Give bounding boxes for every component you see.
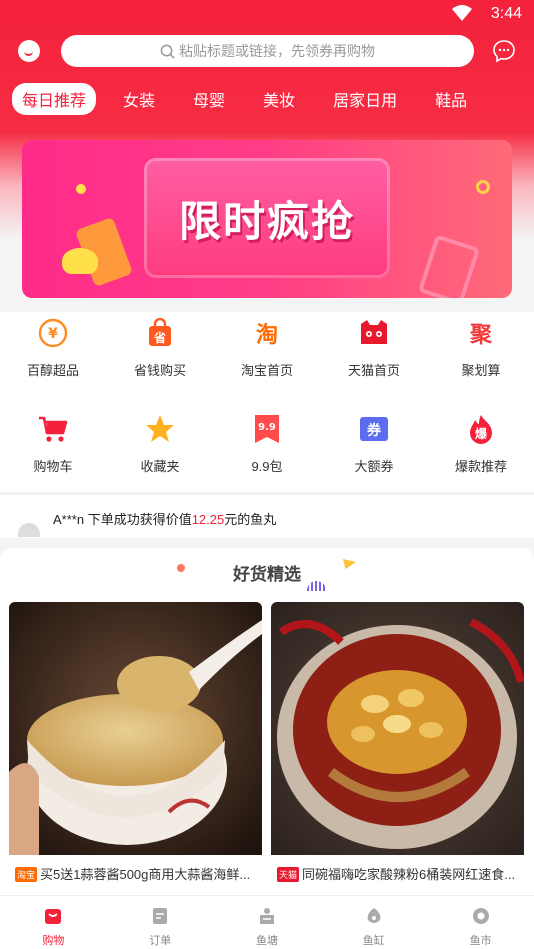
shopping-bag-icon xyxy=(45,909,62,924)
banner-decoration xyxy=(62,248,98,274)
product-card[interactable]: 天猫 同碗福嗨吃家酸辣粉6桶装网红速食... xyxy=(271,602,524,892)
search-input[interactable]: 粘贴标题或链接，先领券再购物 xyxy=(61,35,474,67)
search-placeholder: 粘贴标题或链接，先领券再购物 xyxy=(179,43,375,59)
tab-beauty[interactable]: 美妆 xyxy=(244,87,314,111)
tab-shoes[interactable]: 鞋品 xyxy=(416,87,486,111)
bottom-tab-bar: 购物 订单 鱼塘 鱼缸 鱼市 xyxy=(0,895,534,949)
banner-title-box: 限时疯抢 xyxy=(144,158,390,278)
hot-fire-icon: 爆 xyxy=(466,414,496,444)
fish-market-icon xyxy=(472,908,489,924)
promo-banner[interactable]: 限时疯抢 xyxy=(22,140,512,298)
category-tabs: 每日推荐 女装 母婴 美妆 居家日用 鞋品 xyxy=(12,83,534,115)
shortcut-label: 百醇超品 xyxy=(26,363,79,378)
app-logo-icon[interactable] xyxy=(18,40,40,62)
nine-nine-icon: 9.9 xyxy=(252,414,282,444)
shopping-bag-icon: 省 xyxy=(145,318,175,348)
shortcut-baichun[interactable]: ¥ 百醇超品 xyxy=(0,318,106,379)
tab-home[interactable]: 居家日用 xyxy=(314,87,416,111)
tab-label: 购物 xyxy=(42,935,65,947)
shortcut-tmall[interactable]: 天猫首页 xyxy=(321,318,427,379)
coupon-icon: 券 xyxy=(359,414,389,444)
fish-tank-icon xyxy=(367,908,381,923)
product-title: 天猫 同碗福嗨吃家酸辣粉6桶装网红速食... xyxy=(277,867,516,882)
tab-fish-market[interactable]: 鱼市 xyxy=(427,896,534,949)
shortcut-label: 淘宝首页 xyxy=(240,363,293,378)
svg-text:¥: ¥ xyxy=(48,326,58,342)
tab-daily-recommend[interactable]: 每日推荐 xyxy=(12,83,97,115)
taobao-badge: 淘宝 xyxy=(15,867,38,882)
banner-title: 限时疯抢 xyxy=(178,197,355,245)
section-title: 好货精选 xyxy=(233,565,301,584)
status-time: 3:44 xyxy=(490,5,522,22)
status-bar: 3:44 xyxy=(0,0,534,30)
product-image xyxy=(9,602,262,855)
tab-fish-pond[interactable]: 鱼塘 xyxy=(214,896,321,949)
shortcut-label: 省钱购买 xyxy=(133,363,186,378)
tab-label: 订单 xyxy=(149,935,172,947)
banner-decoration xyxy=(76,184,86,194)
ticker-amount: 12.25 xyxy=(191,512,225,527)
shortcut-hot[interactable]: 爆 爆款推荐 xyxy=(428,414,534,475)
tab-fish-tank[interactable]: 鱼缸 xyxy=(320,896,427,949)
banner-decoration xyxy=(476,180,490,194)
cart-icon xyxy=(38,414,68,444)
yen-coin-icon: ¥ xyxy=(38,318,68,348)
tab-baby[interactable]: 母婴 xyxy=(174,87,244,111)
shortcut-label: 9.9包 xyxy=(251,459,283,474)
shortcut-juhuasuan[interactable]: 聚 聚划算 xyxy=(428,318,534,379)
featured-section: 好货精选 淘宝 买5送1蒜蓉酱500g商用大蒜酱海鲜... 天猫 同碗福嗨吃家酸… xyxy=(0,548,534,949)
order-ticker: A***n 下单成功获得价值12.25元的鱼丸 xyxy=(0,494,534,538)
tab-label: 鱼缸 xyxy=(362,935,385,947)
svg-text:爆: 爆 xyxy=(475,426,488,441)
svg-text:省: 省 xyxy=(153,330,166,345)
taobao-icon: 淘 xyxy=(255,322,278,347)
shortcut-coupon[interactable]: 券 大额券 xyxy=(321,414,427,475)
star-icon xyxy=(145,414,175,444)
product-title: 淘宝 买5送1蒜蓉酱500g商用大蒜酱海鲜... xyxy=(15,867,251,882)
shortcut-label: 收藏夹 xyxy=(140,459,180,474)
shortcut-cart[interactable]: 购物车 xyxy=(0,414,106,475)
search-icon xyxy=(160,44,175,59)
tab-orders[interactable]: 订单 xyxy=(107,896,214,949)
shortcut-grid: ¥ 百醇超品 省 省钱购买 淘 淘宝首页 天猫首页 聚 聚划算 购物车 收藏夹 … xyxy=(0,312,534,492)
ticker-message: A***n 下单成功获得价值12.25元的鱼丸 xyxy=(53,512,277,527)
message-icon[interactable] xyxy=(492,39,516,63)
shortcut-save-money[interactable]: 省 省钱购买 xyxy=(107,318,213,379)
product-card[interactable]: 淘宝 买5送1蒜蓉酱500g商用大蒜酱海鲜... xyxy=(9,602,262,892)
banner-decoration xyxy=(417,234,481,298)
shortcut-nine-nine[interactable]: 9.9 9.9包 xyxy=(214,414,320,475)
svg-text:券: 券 xyxy=(367,422,382,439)
tab-women[interactable]: 女装 xyxy=(104,87,174,111)
shortcut-label: 聚划算 xyxy=(461,363,501,378)
tab-label: 鱼市 xyxy=(469,935,492,947)
shortcut-favorites[interactable]: 收藏夹 xyxy=(107,414,213,475)
top-bar: 粘贴标题或链接，先领券再购物 xyxy=(0,34,534,68)
shortcut-label: 购物车 xyxy=(33,459,73,474)
svg-text:9.9: 9.9 xyxy=(258,422,276,433)
tmall-badge: 天猫 xyxy=(277,867,300,882)
tab-shopping[interactable]: 购物 xyxy=(0,896,107,949)
shortcut-label: 爆款推荐 xyxy=(454,459,507,474)
juhuasuan-icon: 聚 xyxy=(469,322,492,347)
shortcut-taobao[interactable]: 淘 淘宝首页 xyxy=(214,318,320,379)
tmall-icon xyxy=(359,318,389,348)
fish-pond-icon xyxy=(259,908,274,924)
order-icon xyxy=(153,908,168,924)
wifi-icon xyxy=(452,5,472,21)
avatar xyxy=(18,523,40,537)
shortcut-label: 大额券 xyxy=(354,459,394,474)
tab-label: 鱼塘 xyxy=(255,935,278,947)
product-image xyxy=(271,602,524,855)
shortcut-label: 天猫首页 xyxy=(347,363,400,378)
